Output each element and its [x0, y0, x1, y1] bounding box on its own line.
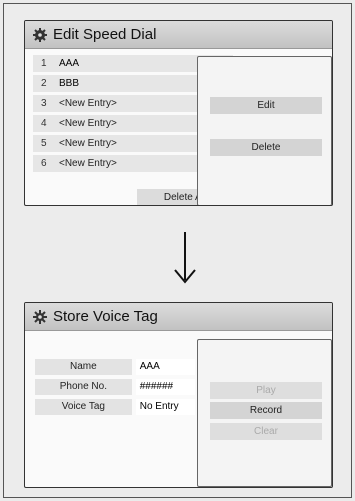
gear-icon	[33, 309, 47, 324]
entry-number: 5	[41, 138, 47, 149]
name-row: Name AAA	[35, 359, 195, 375]
arrow-down-icon	[170, 230, 200, 286]
entry-number: 1	[41, 58, 47, 69]
edit-speed-dial-screen: Edit Speed Dial 1 AAA 2 BBB 3 <New Entry…	[24, 20, 333, 206]
record-button[interactable]: Record	[210, 402, 322, 419]
store-voice-tag-screen: Store Voice Tag Name AAA Phone No. #####…	[24, 302, 333, 488]
entry-name: <New Entry>	[59, 138, 117, 149]
voice-tag-form: Name AAA Phone No. ###### Voice Tag No E…	[35, 359, 195, 419]
voice-tag-row: Voice Tag No Entry	[35, 399, 195, 415]
clear-button[interactable]: Clear	[210, 423, 322, 440]
options-popup: Play Record Clear	[197, 339, 332, 487]
options-popup: Edit Delete	[197, 56, 332, 205]
phone-label: Phone No.	[35, 379, 132, 395]
edit-button[interactable]: Edit	[210, 97, 322, 114]
page-title: Store Voice Tag	[53, 308, 158, 325]
entry-name: BBB	[59, 78, 80, 89]
entry-number: 2	[41, 78, 47, 89]
entry-number: 4	[41, 118, 47, 129]
delete-button[interactable]: Delete	[210, 139, 322, 156]
page-title: Edit Speed Dial	[53, 26, 157, 43]
play-button[interactable]: Play	[210, 382, 322, 399]
title-bar: Store Voice Tag	[25, 303, 332, 331]
entry-name: <New Entry>	[59, 158, 117, 169]
entry-name: <New Entry>	[59, 118, 117, 129]
title-bar: Edit Speed Dial	[25, 21, 332, 49]
entry-name: AAA	[59, 58, 80, 69]
phone-field[interactable]: ######	[135, 379, 195, 395]
gear-icon	[33, 27, 47, 42]
voice-tag-field[interactable]: No Entry	[135, 399, 195, 415]
phone-row: Phone No. ######	[35, 379, 195, 395]
name-label: Name	[35, 359, 132, 375]
name-field[interactable]: AAA	[135, 359, 195, 375]
entry-number: 3	[41, 98, 47, 109]
entry-name: <New Entry>	[59, 98, 117, 109]
voice-tag-label: Voice Tag	[35, 399, 132, 415]
entry-number: 6	[41, 158, 47, 169]
